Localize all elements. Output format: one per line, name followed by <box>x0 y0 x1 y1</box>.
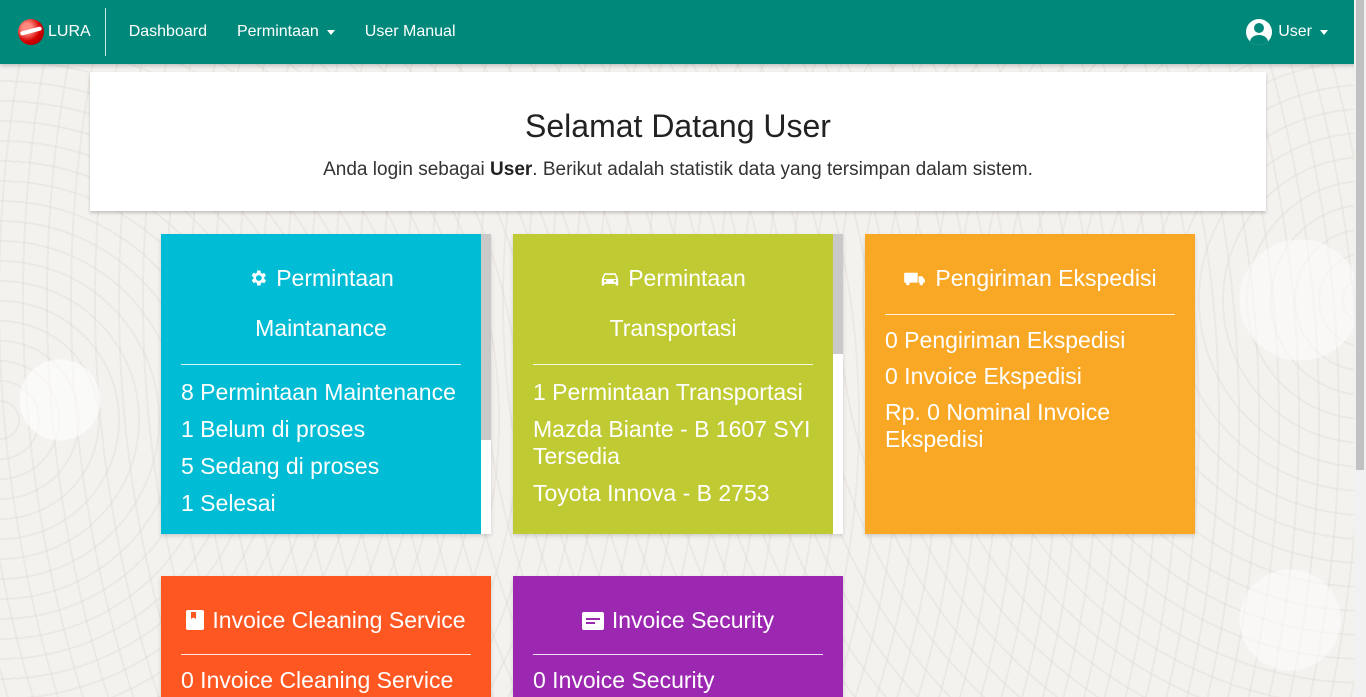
nav-dashboard-label: Dashboard <box>128 23 207 40</box>
welcome-title: Selamat Datang User <box>525 108 831 144</box>
nav-dashboard[interactable]: Dashboard <box>114 23 222 41</box>
card-transport-title-line2: Transportasi <box>609 314 737 341</box>
book-icon <box>186 598 205 646</box>
list-item: 1 Belum di proses <box>181 415 366 442</box>
user-menu-dropdown[interactable]: User <box>1246 0 1328 64</box>
card-transport-scrollbar[interactable] <box>833 234 843 534</box>
list-item: Rp. 0 Nominal Invoice Ekspedisi <box>885 398 1110 452</box>
nav-permintaan-label: Permintaan <box>236 23 319 40</box>
card-maintenance: Permintaan Maintanance 8 Permintaan Main… <box>161 234 491 534</box>
card-cleaning-title-text: Invoice Cleaning Service <box>212 607 466 633</box>
user-menu-label: User <box>1278 23 1312 40</box>
card-transport-title: Permintaan Transportasi <box>533 234 813 365</box>
account-circle-icon <box>1246 19 1273 45</box>
list-item: 0 Invoice Cleaning Service <box>181 666 454 693</box>
nav-links: Dashboard Permintaan User Manual <box>114 23 471 41</box>
card-maintenance-scrollbar-thumb[interactable] <box>481 234 491 440</box>
card-icon <box>581 598 604 646</box>
card-security-title: Invoice Security <box>533 576 823 655</box>
gear-icon <box>248 256 268 304</box>
nav-user-manual[interactable]: User Manual <box>350 23 471 41</box>
page-scrollbar[interactable] <box>1354 0 1366 697</box>
card-security-title-text: Invoice Security <box>611 607 775 633</box>
car-icon <box>600 256 620 304</box>
card-ekspedisi-title: Pengiriman Ekspedisi <box>885 234 1175 315</box>
list-item: Toyota Innova - B 2753 <box>533 479 770 506</box>
card-transport: Permintaan Transportasi 1 Permintaan Tra… <box>513 234 843 534</box>
welcome-sub-prefix: Anda login sebagai <box>323 159 491 180</box>
top-navbar: LURA Dashboard Permintaan User Manual Us… <box>0 0 1354 64</box>
brand-logo-icon <box>18 19 44 45</box>
list-item: 1 Selesai <box>181 489 276 516</box>
card-maintenance-scrollbar[interactable] <box>481 234 491 534</box>
card-security: Invoice Security 0 Invoice Security <box>513 576 843 697</box>
welcome-subtitle: Anda login sebagai User. Berikut adalah … <box>90 159 1266 181</box>
card-maintenance-title-line1: Permintaan <box>276 265 394 291</box>
card-maintenance-title: Permintaan Maintanance <box>181 234 461 365</box>
welcome-panel: Selamat Datang User Anda login sebagai U… <box>90 72 1266 211</box>
brand[interactable]: LURA <box>0 8 106 56</box>
card-maintenance-title-line2: Maintanance <box>255 314 387 341</box>
list-item: 0 Pengiriman Ekspedisi <box>885 326 1126 353</box>
caret-down-icon <box>1320 29 1328 35</box>
brand-name: LURA <box>48 23 91 40</box>
card-ekspedisi: Pengiriman Ekspedisi 0 Pengiriman Eksped… <box>865 234 1195 534</box>
welcome-sub-suffix: . Berikut adalah statistik data yang ter… <box>532 159 1033 180</box>
list-item: 8 Permintaan Maintenance <box>181 378 456 405</box>
list-item: 0 Invoice Ekspedisi <box>885 362 1082 389</box>
card-ekspedisi-title-text: Pengiriman Ekspedisi <box>935 265 1157 291</box>
card-transport-scrollbar-thumb[interactable] <box>833 234 843 354</box>
nav-permintaan-dropdown[interactable]: Permintaan <box>222 23 350 41</box>
truck-icon <box>903 256 927 304</box>
list-item: Mazda Biante - B 1607 SYI Tersedia <box>533 415 811 469</box>
card-cleaning-title: Invoice Cleaning Service <box>181 576 471 655</box>
caret-down-icon <box>326 29 335 35</box>
card-cleaning: Invoice Cleaning Service 0 Invoice Clean… <box>161 576 491 697</box>
card-transport-title-line1: Permintaan <box>628 265 746 291</box>
list-item: 1 Permintaan Transportasi <box>533 378 803 405</box>
welcome-sub-role: User <box>490 159 533 180</box>
list-item: 0 Invoice Security <box>533 666 715 693</box>
nav-user-manual-label: User Manual <box>364 23 456 40</box>
page-scrollbar-thumb[interactable] <box>1356 0 1364 470</box>
list-item: 5 Sedang di proses <box>181 452 380 479</box>
